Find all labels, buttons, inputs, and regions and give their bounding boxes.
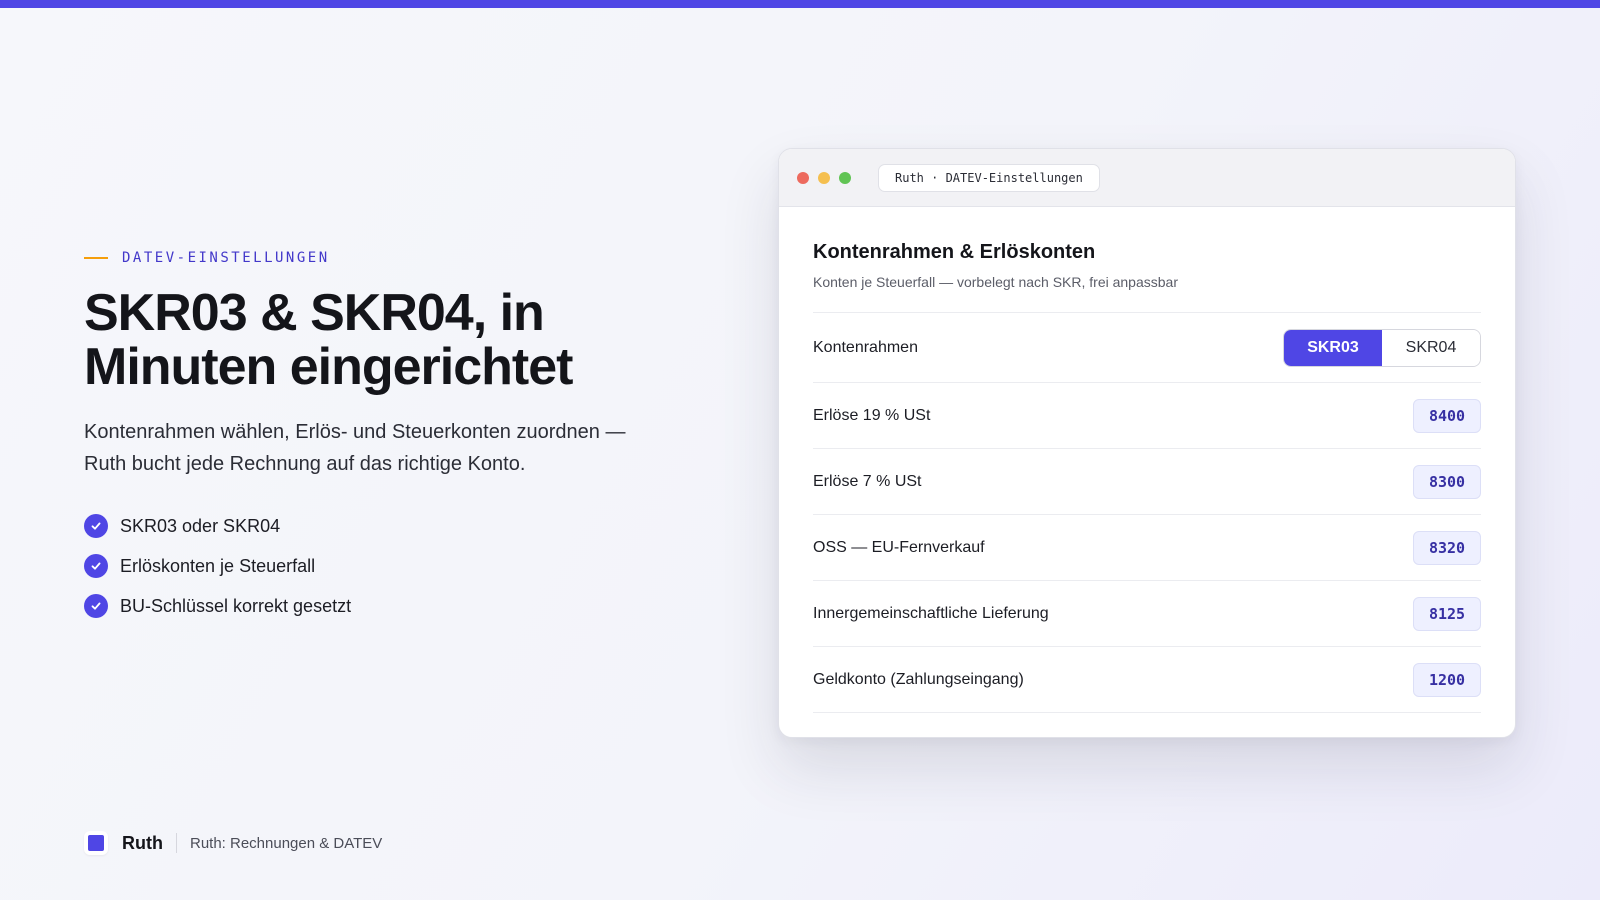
- app-window: Ruth · DATEV-Einstellungen Kontenrahmen …: [778, 148, 1516, 738]
- check-circle-icon: [84, 554, 108, 578]
- maximize-window-dot[interactable]: [839, 171, 851, 184]
- minimize-window-dot[interactable]: [818, 171, 830, 184]
- account-row: Erlöse 7 % USt 8300: [813, 449, 1481, 515]
- feature-item: BU-Schlüssel korrekt gesetzt: [84, 586, 684, 626]
- account-code-field[interactable]: 8300: [1413, 464, 1481, 499]
- hero-section: DATEV-EINSTELLUNGEN SKR03 & SKR04, in Mi…: [84, 250, 684, 626]
- feature-item: Erlöskonten je Steuerfall: [84, 546, 684, 586]
- card-subtitle: Konten je Steuerfall — vorbelegt nach SK…: [813, 274, 1178, 290]
- eyebrow: DATEV-EINSTELLUNGEN: [84, 250, 684, 266]
- account-code-field[interactable]: 8320: [1413, 530, 1481, 565]
- account-code-field[interactable]: 8125: [1413, 596, 1481, 631]
- settings-card: Kontenrahmen & Erlöskonten Konten je Ste…: [779, 207, 1515, 713]
- kontenrahmen-row: Kontenrahmen SKR03 SKR04: [813, 313, 1481, 383]
- window-titlebar: Ruth · DATEV-Einstellungen: [779, 149, 1515, 207]
- window-tab[interactable]: Ruth · DATEV-Einstellungen: [878, 163, 1100, 192]
- headline: SKR03 & SKR04, in Minuten eingerichtet: [84, 284, 573, 396]
- account-row: Geldkonto (Zahlungseingang) 1200: [813, 647, 1481, 713]
- account-row: Erlöse 19 % USt 8400: [813, 383, 1481, 449]
- close-window-dot[interactable]: [797, 171, 809, 184]
- kontenrahmen-toggle: SKR03 SKR04: [1283, 328, 1481, 367]
- account-row: Innergemeinschaftliche Lieferung 8125: [813, 581, 1481, 647]
- account-label: Innergemeinschaftliche Lieferung: [813, 604, 1049, 622]
- account-label: Erlöse 7 % USt: [813, 472, 922, 490]
- skr03-option-button[interactable]: SKR03: [1284, 329, 1382, 366]
- account-label: Geldkonto (Zahlungseingang): [813, 670, 1024, 688]
- top-accent-bar: [0, 0, 1600, 8]
- footer: Ruth Ruth: Rechnungen & DATEV: [84, 831, 382, 855]
- brand-name: Ruth: [122, 832, 163, 853]
- account-label: Erlöse 19 % USt: [813, 406, 931, 424]
- feature-text: BU-Schlüssel korrekt gesetzt: [120, 595, 352, 616]
- ruth-logo-icon: [84, 831, 108, 855]
- footer-divider: [175, 833, 177, 853]
- card-title: Kontenrahmen & Erlöskonten: [813, 241, 1096, 263]
- kontenrahmen-label: Kontenrahmen: [813, 338, 918, 356]
- account-code-field[interactable]: 8400: [1413, 398, 1481, 433]
- feature-item: SKR03 oder SKR04: [84, 506, 684, 546]
- account-row: OSS — EU-Fernverkauf 8320: [813, 515, 1481, 581]
- skr04-option-button[interactable]: SKR04: [1382, 329, 1480, 366]
- footer-subtitle: Ruth: Rechnungen & DATEV: [189, 834, 383, 852]
- lead-text: Kontenrahmen wählen, Erlös- und Steuerko…: [84, 421, 626, 475]
- feature-list: SKR03 oder SKR04 Erlöskonten je Steuerfa…: [84, 506, 684, 626]
- eyebrow-line: [84, 257, 108, 259]
- account-label: OSS — EU-Fernverkauf: [813, 538, 985, 556]
- check-circle-icon: [84, 514, 108, 538]
- settings-rows: Kontenrahmen SKR03 SKR04 Erlöse 19 % USt…: [813, 312, 1481, 713]
- feature-text: SKR03 oder SKR04: [120, 515, 281, 536]
- account-code-field[interactable]: 1200: [1413, 662, 1481, 697]
- check-circle-icon: [84, 594, 108, 618]
- eyebrow-text: DATEV-EINSTELLUNGEN: [122, 250, 330, 266]
- feature-text: Erlöskonten je Steuerfall: [120, 555, 316, 576]
